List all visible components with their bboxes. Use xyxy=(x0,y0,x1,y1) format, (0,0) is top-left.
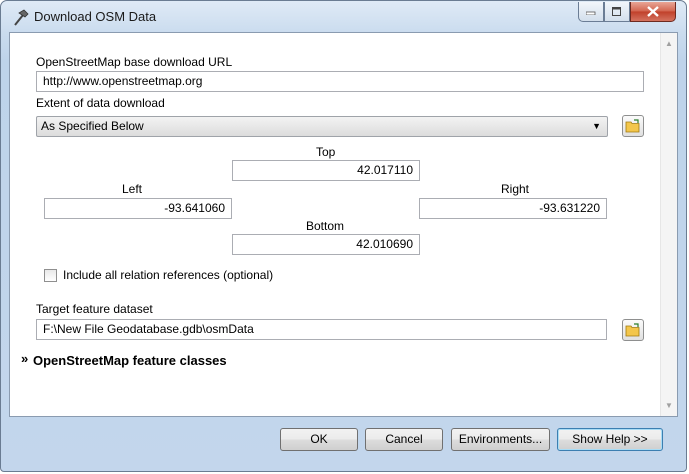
maximize-button[interactable] xyxy=(604,2,630,22)
maximize-icon xyxy=(612,7,621,16)
vertical-scrollbar[interactable]: ▲ ▼ xyxy=(660,33,677,416)
scroll-up-icon[interactable]: ▲ xyxy=(665,39,673,48)
target-label: Target feature dataset xyxy=(36,302,153,316)
dialog-window: Download OSM Data ▲ ▼ OpenStreetMap base… xyxy=(0,0,687,472)
top-label: Top xyxy=(316,145,336,159)
folder-icon xyxy=(625,323,640,337)
double-chevron-icon: » xyxy=(21,351,29,366)
bottom-label: Bottom xyxy=(306,219,345,233)
url-input[interactable]: http://www.openstreetmap.org xyxy=(36,71,644,92)
close-button[interactable] xyxy=(630,2,676,22)
caption-buttons xyxy=(578,2,676,24)
show-help-button[interactable]: Show Help >> xyxy=(557,428,663,451)
parameters-panel: ▲ ▼ OpenStreetMap base download URL http… xyxy=(9,32,678,417)
right-label: Right xyxy=(501,182,530,196)
extent-dropdown[interactable]: As Specified Below ▼ xyxy=(36,116,608,137)
extent-browse-button[interactable] xyxy=(622,115,644,137)
hammer-icon xyxy=(11,9,29,27)
left-label: Left xyxy=(122,182,143,196)
ok-button[interactable]: OK xyxy=(280,428,358,451)
close-icon xyxy=(647,6,659,17)
relation-label[interactable]: Include all relation references (optiona… xyxy=(63,268,273,282)
relation-checkbox[interactable] xyxy=(44,269,57,282)
right-input[interactable]: -93.631220 xyxy=(419,198,607,219)
left-input[interactable]: -93.641060 xyxy=(44,198,232,219)
cancel-button[interactable]: Cancel xyxy=(365,428,443,451)
window-title: Download OSM Data xyxy=(34,9,157,24)
folder-icon xyxy=(625,119,640,133)
title-bar[interactable]: Download OSM Data xyxy=(1,1,686,33)
bottom-input[interactable]: 42.010690 xyxy=(232,234,420,255)
target-input[interactable]: F:\New File Geodatabase.gdb\osmData xyxy=(36,319,607,340)
chevron-down-icon: ▼ xyxy=(592,121,601,131)
minimize-icon xyxy=(586,11,596,15)
extent-label: Extent of data download xyxy=(36,96,165,110)
minimize-button[interactable] xyxy=(578,2,604,22)
feature-classes-header[interactable]: OpenStreetMap feature classes xyxy=(33,353,227,368)
url-label: OpenStreetMap base download URL xyxy=(36,55,233,69)
top-input[interactable]: 42.017110 xyxy=(232,160,420,181)
target-browse-button[interactable] xyxy=(622,319,644,341)
environments-button[interactable]: Environments... xyxy=(451,428,550,451)
button-bar: OK Cancel Environments... Show Help >> xyxy=(9,417,678,462)
scroll-down-icon[interactable]: ▼ xyxy=(665,401,673,410)
extent-dropdown-value: As Specified Below xyxy=(41,119,144,133)
